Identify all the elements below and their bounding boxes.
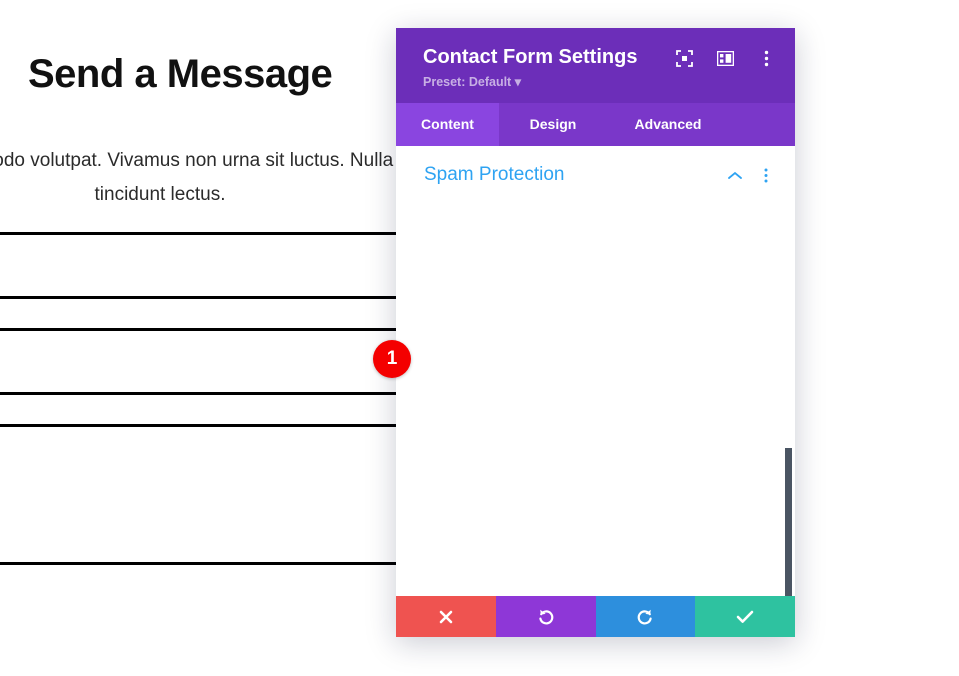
contact-form-settings-modal: Contact Form Settings Preset: Default ▾ [396, 28, 795, 637]
page-paragraph: etus commodo volutpat. Vivamus non urna … [0, 150, 420, 205]
save-button[interactable] [695, 596, 795, 637]
section-actions [727, 168, 773, 183]
form-field-underline [0, 232, 396, 235]
section-header: Spam Protection [396, 146, 795, 186]
form-field-underline [0, 424, 396, 427]
check-icon [736, 610, 754, 623]
section-title: Spam Protection [424, 164, 565, 185]
form-field-underline [0, 562, 396, 565]
tab-advanced[interactable]: Advanced [607, 103, 729, 146]
step-badge-number: 1 [386, 348, 398, 369]
undo-icon [538, 609, 553, 624]
more-vertical-icon[interactable] [757, 49, 775, 67]
close-icon [439, 610, 453, 623]
page-title: Send a Message [28, 52, 333, 96]
form-field-underline [0, 328, 396, 331]
modal-tabs: Content Design Advanced [396, 103, 795, 146]
step-badge: 1 [373, 340, 411, 378]
redo-button[interactable] [595, 596, 696, 637]
modal-header: Contact Form Settings Preset: Default ▾ [396, 28, 795, 103]
modal-body: Spam Protection Use A Spam Protection S [396, 146, 795, 596]
section-more-vertical-icon[interactable] [758, 168, 773, 183]
form-field-underline [0, 296, 396, 299]
close-button[interactable] [396, 596, 496, 637]
form-field-underline [0, 392, 396, 395]
modal-footer [396, 596, 795, 637]
layout-panel-icon[interactable] [716, 49, 734, 67]
tab-content[interactable]: Content [396, 103, 499, 146]
header-icon-group [675, 49, 775, 67]
preset-dropdown[interactable]: Preset: Default ▾ [423, 74, 521, 89]
tab-design[interactable]: Design [499, 103, 607, 146]
redo-icon [638, 609, 653, 624]
undo-button[interactable] [495, 596, 596, 637]
modal-scrollbar[interactable] [785, 448, 792, 596]
focus-icon[interactable] [675, 49, 693, 67]
chevron-up-icon[interactable] [727, 168, 742, 183]
